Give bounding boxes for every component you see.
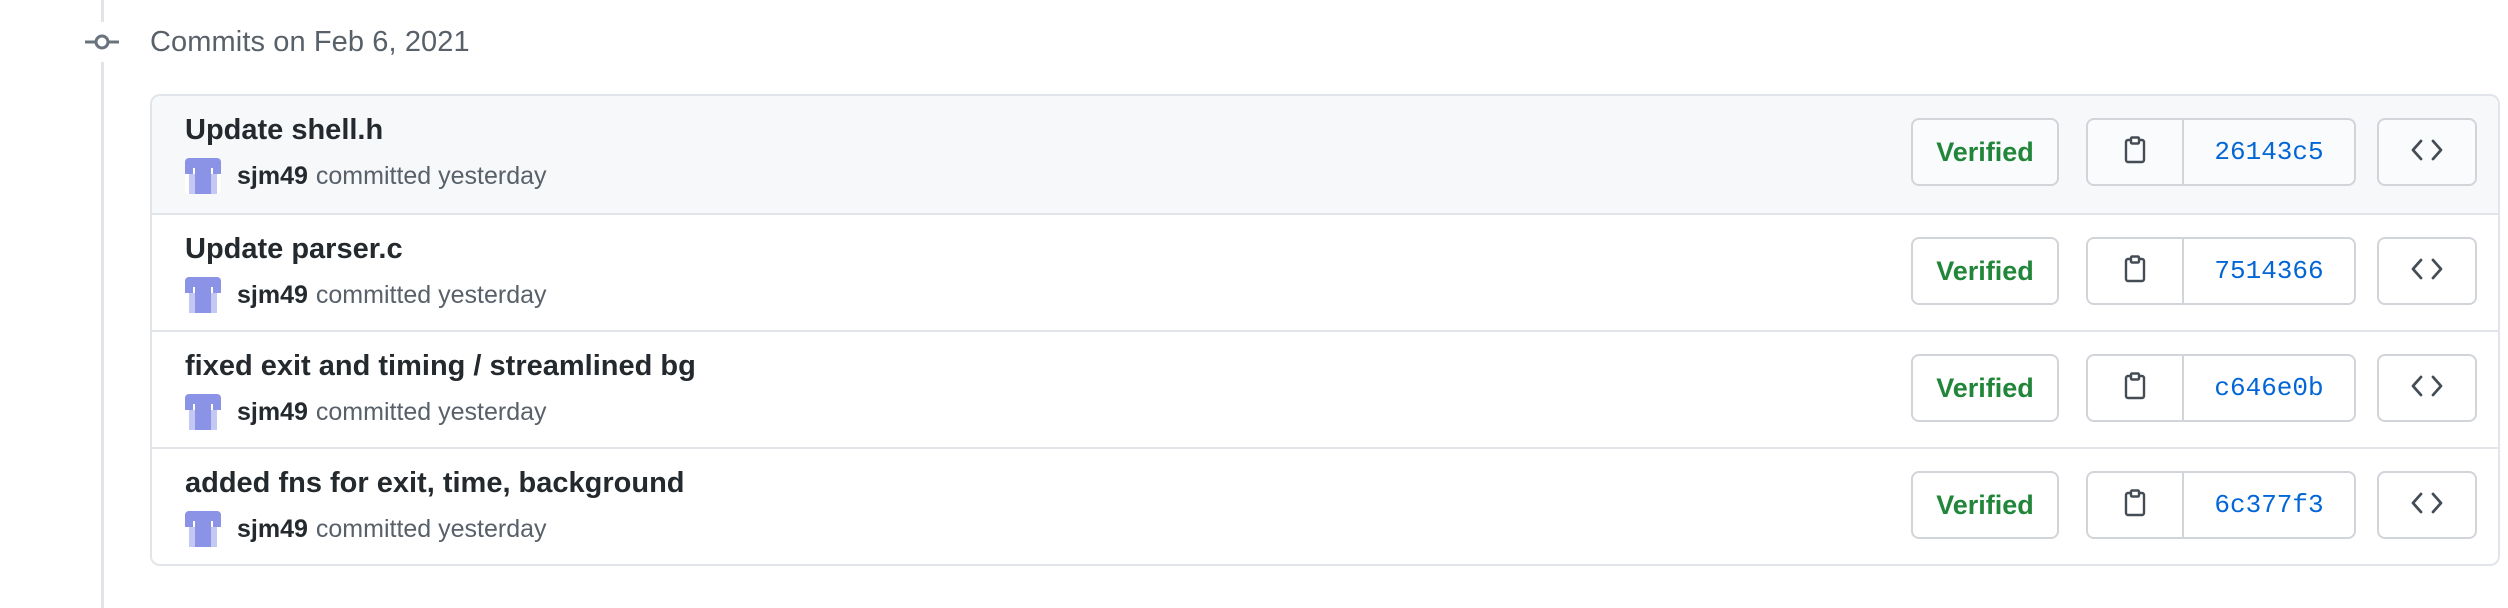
verified-badge[interactable]: Verified	[1911, 237, 2059, 305]
code-icon	[2411, 375, 2443, 402]
commit-sha-group: 6c377f3	[2086, 471, 2356, 539]
author-avatar[interactable]	[185, 158, 221, 194]
commit-meta: sjm49 committed yesterday	[185, 392, 547, 432]
browse-repo-button[interactable]	[2377, 118, 2477, 186]
code-icon	[2411, 258, 2443, 285]
commit-title-link[interactable]: Update parser.c	[185, 233, 403, 266]
commit-meta: sjm49 committed yesterday	[185, 275, 547, 315]
author-link[interactable]: sjm49	[237, 162, 308, 191]
commit-time: committed yesterday	[315, 514, 547, 543]
browse-repo-button[interactable]	[2377, 237, 2477, 305]
commit-time: committed yesterday	[315, 397, 547, 426]
author-link[interactable]: sjm49	[237, 515, 308, 544]
commit-sha-link[interactable]: 6c377f3	[2184, 473, 2354, 537]
verified-badge[interactable]: Verified	[1911, 354, 2059, 422]
clipboard-icon	[2124, 488, 2146, 522]
commit-time: committed yesterday	[315, 280, 547, 309]
commit-meta: sjm49 committed yesterday	[185, 509, 547, 549]
commit-sha-link[interactable]: c646e0b	[2184, 356, 2354, 420]
commit-row: fixed exit and timing / streamlined bg s…	[152, 330, 2498, 447]
commit-row: Update parser.c sjm49 committed yesterda…	[152, 213, 2498, 330]
git-commit-icon	[82, 22, 122, 62]
copy-sha-button[interactable]	[2088, 239, 2184, 303]
code-icon	[2411, 492, 2443, 519]
commit-sha-group: c646e0b	[2086, 354, 2356, 422]
author-avatar[interactable]	[185, 277, 221, 313]
commit-sha-group: 7514366	[2086, 237, 2356, 305]
verified-badge[interactable]: Verified	[1911, 118, 2059, 186]
copy-sha-button[interactable]	[2088, 473, 2184, 537]
code-icon	[2411, 139, 2443, 166]
commit-group-date: Commits on Feb 6, 2021	[150, 25, 470, 58]
commit-title-link[interactable]: fixed exit and timing / streamlined bg	[185, 350, 696, 383]
clipboard-icon	[2124, 135, 2146, 169]
browse-repo-button[interactable]	[2377, 354, 2477, 422]
copy-sha-button[interactable]	[2088, 356, 2184, 420]
commit-sha-group: 26143c5	[2086, 118, 2356, 186]
copy-sha-button[interactable]	[2088, 120, 2184, 184]
verified-badge[interactable]: Verified	[1911, 471, 2059, 539]
commit-history-page: Commits on Feb 6, 2021 Update shell.h sj…	[0, 0, 2508, 608]
commit-meta: sjm49 committed yesterday	[185, 156, 547, 196]
commit-title-link[interactable]: added fns for exit, time, background	[185, 467, 685, 500]
author-avatar[interactable]	[185, 394, 221, 430]
commit-time: committed yesterday	[315, 161, 547, 190]
commit-group-header: Commits on Feb 6, 2021	[82, 18, 470, 66]
commit-row: added fns for exit, time, background sjm…	[152, 447, 2498, 564]
browse-repo-button[interactable]	[2377, 471, 2477, 539]
author-link[interactable]: sjm49	[237, 281, 308, 310]
commit-row: Update shell.h sjm49 committed yesterday…	[152, 96, 2498, 213]
commit-title-link[interactable]: Update shell.h	[185, 114, 383, 147]
timeline-line	[101, 0, 104, 608]
commit-sha-link[interactable]: 7514366	[2184, 239, 2354, 303]
commit-sha-link[interactable]: 26143c5	[2184, 120, 2354, 184]
commit-list: Update shell.h sjm49 committed yesterday…	[150, 94, 2500, 566]
author-avatar[interactable]	[185, 511, 221, 547]
author-link[interactable]: sjm49	[237, 398, 308, 427]
clipboard-icon	[2124, 254, 2146, 288]
clipboard-icon	[2124, 371, 2146, 405]
